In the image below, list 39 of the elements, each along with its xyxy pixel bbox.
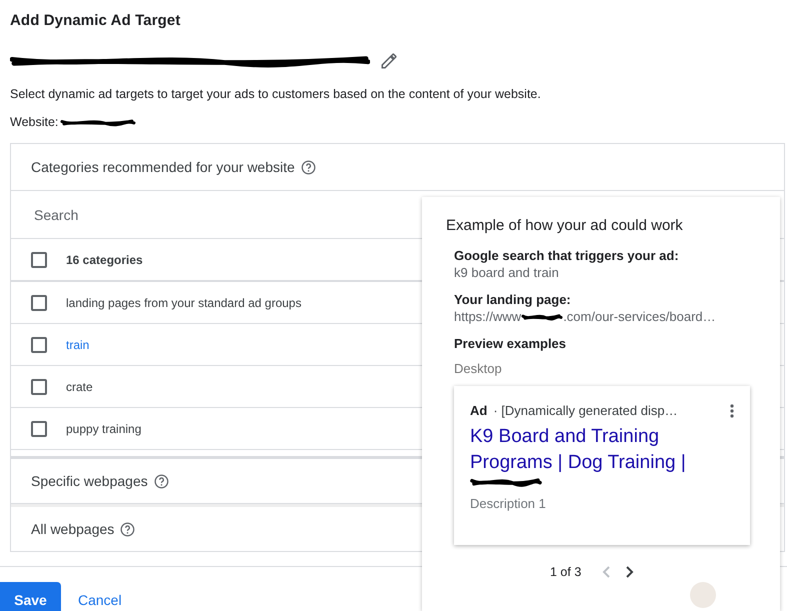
field-label: Google search that triggers your ad: [454, 248, 680, 263]
category-count-label: 16 categories [66, 252, 143, 266]
dialog-title: Add Dynamic Ad Target [10, 12, 182, 29]
device-label: Desktop [454, 361, 503, 376]
display-url-text: · [Dynamically generated disp… [493, 403, 679, 418]
category-label: crate [66, 380, 93, 394]
redaction-mark [470, 476, 542, 488]
ad-label: Ad [470, 403, 488, 418]
description-text: Select dynamic ad targets to target your ads to customers based on the content of your website. [10, 87, 542, 101]
category-label: landing pages from your standard ad groups [66, 296, 302, 310]
section-label[interactable]: All webpages [31, 521, 114, 537]
checkbox[interactable] [31, 378, 47, 394]
pager-text: 1 of 3 [550, 565, 582, 579]
category-label: train [66, 338, 90, 352]
website-label: Website: [10, 115, 58, 129]
help-icon[interactable] [300, 160, 316, 174]
section-label[interactable]: Specific webpages [31, 473, 148, 489]
checkbox[interactable] [31, 294, 47, 310]
ad-headline-link[interactable]: K9 Board and Training Programs | Dog Training | [470, 424, 720, 476]
category-label: puppy training [66, 422, 142, 436]
avatar-circle [690, 582, 716, 608]
preview-title: Example of how your ad could work [446, 217, 684, 234]
save-button[interactable]: Save [0, 582, 61, 611]
checkbox[interactable] [31, 252, 47, 268]
field-label: Preview examples [454, 336, 568, 351]
help-icon[interactable] [154, 474, 169, 488]
url-text: https://www [454, 309, 522, 324]
redaction-mark [521, 312, 564, 320]
cancel-link[interactable]: Cancel [78, 592, 122, 608]
section-heading: Categories recommended for your website [31, 159, 295, 175]
field-label: Your landing page: [454, 292, 572, 307]
checkbox[interactable] [31, 420, 47, 436]
more-options-icon[interactable] [730, 404, 734, 418]
help-icon[interactable] [120, 522, 136, 536]
checkbox[interactable] [31, 336, 47, 352]
url-text: .com/our-services/board… [563, 309, 716, 324]
pencil-icon[interactable] [380, 52, 398, 70]
ad-description-text: Description 1 [470, 496, 547, 511]
search-query-text: k9 board and train [454, 265, 560, 280]
